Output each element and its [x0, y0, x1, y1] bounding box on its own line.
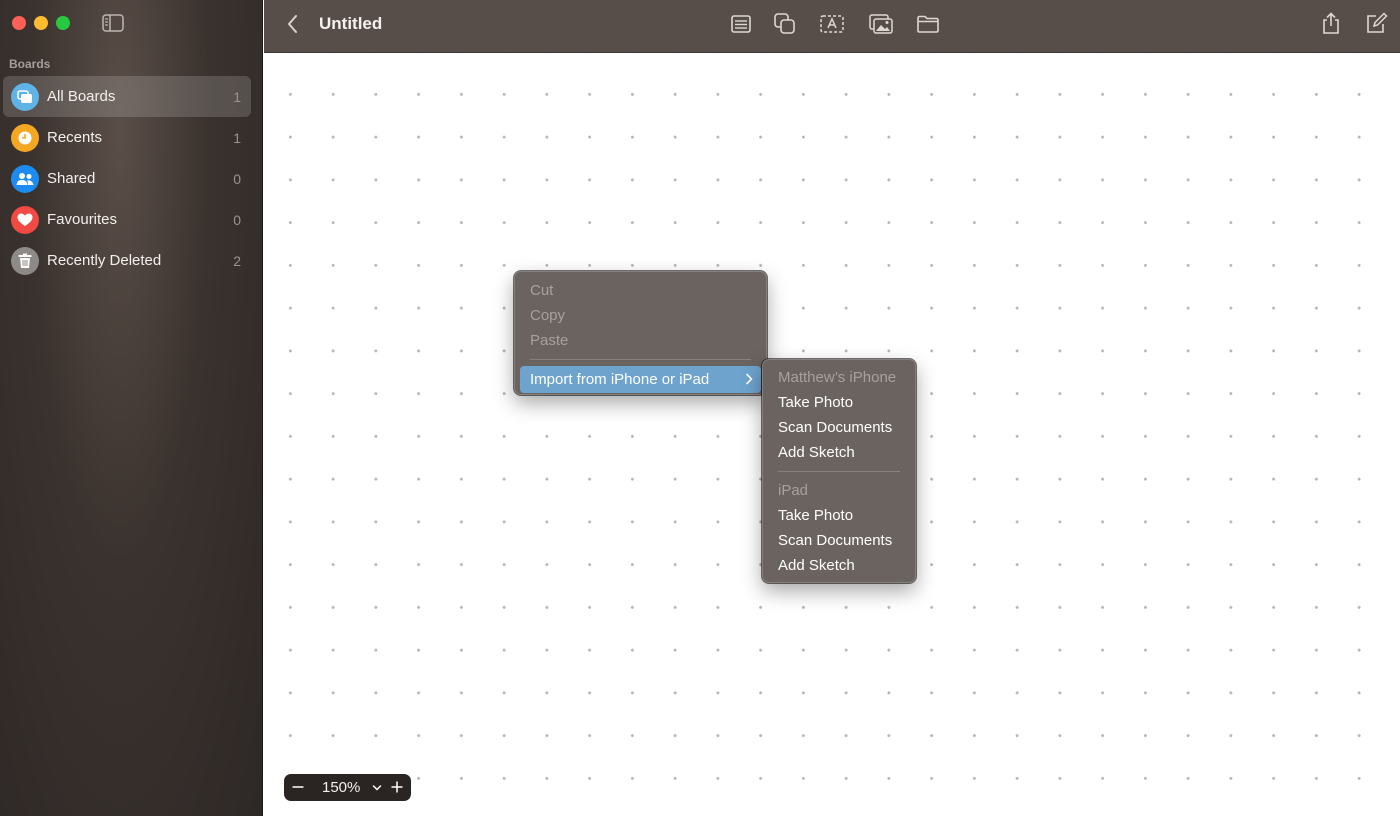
compose-icon[interactable]: [1363, 12, 1389, 36]
sidebar-item-count: 2: [233, 252, 241, 269]
textbox-icon[interactable]: [819, 12, 845, 36]
menu-item-paste[interactable]: Paste: [520, 328, 761, 353]
sidebar-item-all-boards[interactable]: All Boards 1: [3, 76, 251, 117]
sidebar-item-favourites[interactable]: Favourites 0: [3, 199, 251, 240]
menu-item-ipad-take-photo[interactable]: Take Photo: [768, 503, 910, 528]
menu-item-import-from-iphone-or-ipad[interactable]: Import from iPhone or iPad: [520, 366, 761, 393]
zoom-in-icon[interactable]: [391, 781, 403, 793]
shapes-icon[interactable]: [772, 12, 798, 36]
heart-icon: [11, 205, 39, 234]
window-controls: [12, 16, 70, 30]
media-icon[interactable]: [868, 12, 894, 36]
back-chevron-icon[interactable]: [284, 13, 302, 35]
minimize-window-button[interactable]: [34, 16, 48, 30]
sidebar-item-recently-deleted[interactable]: Recently Deleted 2: [3, 240, 251, 281]
menu-item-iphone-scan-documents[interactable]: Scan Documents: [768, 415, 910, 440]
folder-icon[interactable]: [915, 12, 941, 36]
clock-icon: [11, 123, 39, 152]
sidebar-item-label: Recently Deleted: [47, 252, 162, 269]
menu-separator: [530, 359, 751, 360]
sidebar-item-label: Shared: [47, 170, 96, 187]
document-title: Untitled: [319, 14, 383, 33]
note-icon[interactable]: [728, 12, 754, 36]
menu-item-cut[interactable]: Cut: [520, 278, 761, 303]
trash-icon: [11, 246, 39, 275]
zoom-level[interactable]: 150%: [322, 779, 360, 796]
import-submenu: Matthew’s iPhone Take Photo Scan Documen…: [762, 359, 916, 583]
menu-item-ipad-add-sketch[interactable]: Add Sketch: [768, 553, 910, 578]
menu-item-iphone-take-photo[interactable]: Take Photo: [768, 390, 910, 415]
share-icon[interactable]: [1318, 12, 1344, 36]
sidebar-item-recents[interactable]: Recents 1: [3, 117, 251, 158]
toolbar: Untitled: [264, 0, 1400, 53]
sidebar-item-count: 1: [233, 129, 241, 146]
sidebar-item-shared[interactable]: Shared 0: [3, 158, 251, 199]
menu-item-ipad-scan-documents[interactable]: Scan Documents: [768, 528, 910, 553]
menu-item-label: Import from iPhone or iPad: [530, 371, 710, 388]
menu-item-copy[interactable]: Copy: [520, 303, 761, 328]
boards-icon: [11, 82, 39, 111]
menu-separator: [778, 471, 900, 472]
sidebar-item-count: 0: [233, 211, 241, 228]
zoom-control: 150%: [284, 774, 411, 801]
chevron-right-icon: [746, 373, 753, 385]
close-window-button[interactable]: [12, 16, 26, 30]
sidebar-nav: All Boards 1 Recents 1 Shared 0 Favourit…: [0, 76, 263, 281]
zoom-window-button[interactable]: [56, 16, 70, 30]
sidebar-item-count: 0: [233, 170, 241, 187]
sidebar-item-label: All Boards: [47, 88, 116, 105]
sidebar: Boards All Boards 1 Recents 1 Shared 0 F…: [0, 0, 263, 816]
sidebar-item-label: Favourites: [47, 211, 118, 228]
sidebar-item-count: 1: [233, 88, 241, 105]
people-icon: [11, 164, 39, 193]
submenu-header-iphone: Matthew’s iPhone: [778, 369, 897, 386]
chevron-down-icon[interactable]: [372, 784, 382, 792]
boards-section-label: Boards: [9, 57, 51, 71]
context-menu: Cut Copy Paste Import from iPhone or iPa…: [514, 271, 767, 395]
zoom-out-icon[interactable]: [292, 781, 304, 793]
sidebar-item-label: Recents: [47, 129, 103, 146]
sidebar-toggle-icon[interactable]: [102, 14, 124, 32]
submenu-header-ipad: iPad: [778, 482, 809, 499]
menu-item-iphone-add-sketch[interactable]: Add Sketch: [768, 440, 910, 465]
